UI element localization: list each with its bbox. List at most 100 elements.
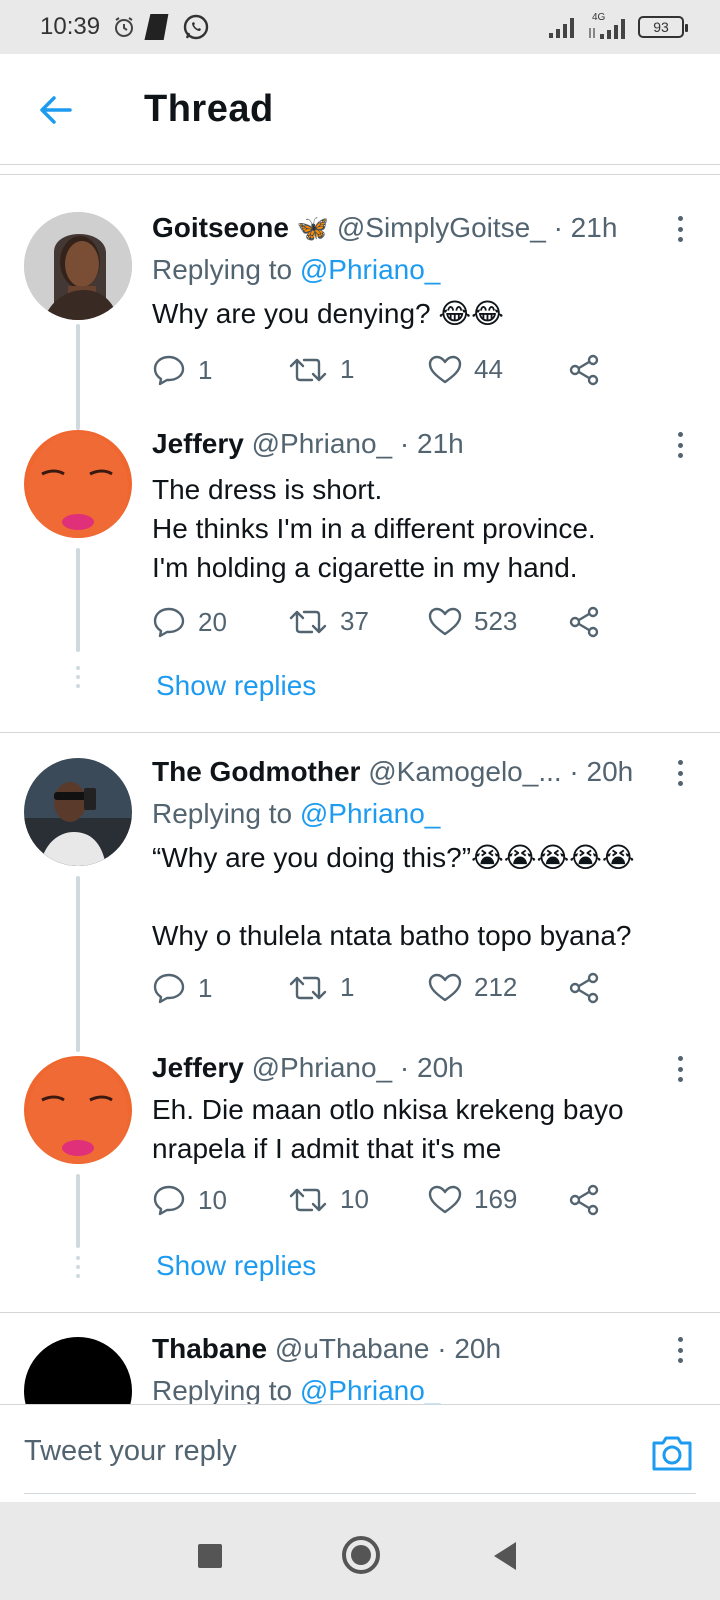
alarm-icon (115, 17, 134, 37)
heart-icon (428, 355, 462, 383)
reply-count: 1 (198, 354, 213, 385)
replying-to-label: Replying to (152, 1375, 300, 1404)
tweet-text: “Why are you doing this?”😭😭😭😭😭 Why o thu… (152, 842, 635, 951)
reply-button[interactable]: 1 (152, 972, 212, 1004)
reply-button[interactable]: 10 (152, 1184, 227, 1216)
mention-link[interactable]: @Phriano_ (300, 1375, 441, 1404)
like-button[interactable]: 523 (428, 606, 517, 637)
replying-to-label: Replying to (152, 254, 300, 285)
avatar[interactable] (24, 758, 132, 866)
camera-button[interactable] (650, 1433, 694, 1473)
share-icon (569, 606, 599, 638)
reply-icon (153, 607, 185, 638)
like-button[interactable]: 44 (428, 354, 503, 385)
retweet-count: 10 (340, 1184, 369, 1214)
tweet-thabane[interactable]: Thabane @uThabane · 20h Replying to @Phr… (0, 1313, 720, 1404)
retweet-count: 1 (340, 972, 355, 1002)
reply-input[interactable]: Tweet your reply (24, 1435, 237, 1468)
netflix-icon (144, 14, 169, 40)
thread-header: Thread (0, 54, 720, 164)
conversation-divider (0, 732, 720, 733)
author-handle[interactable]: @SimplyGoitse_ · 21h (337, 212, 618, 243)
reply-composer: Tweet your reply (0, 1404, 720, 1500)
signal-icon (549, 18, 574, 38)
author-name[interactable]: Thabane (152, 1333, 267, 1364)
tweet-actions: 10 10 169 (152, 1184, 632, 1224)
share-button[interactable] (568, 606, 600, 638)
home-icon (351, 1545, 371, 1565)
home-button[interactable] (342, 1536, 380, 1574)
author-name[interactable]: Jeffery (152, 1052, 244, 1083)
author-handle[interactable]: @Phriano_ · 20h (252, 1052, 464, 1083)
retweet-button[interactable]: 1 (288, 354, 354, 385)
battery-level: 93 (653, 19, 669, 35)
header-divider-bottom (0, 174, 720, 184)
heart-icon (428, 607, 462, 635)
battery-indicator: 93 (638, 16, 688, 38)
like-button[interactable]: 169 (428, 1184, 517, 1215)
recents-button[interactable] (198, 1544, 222, 1568)
thread-dots (76, 1256, 80, 1283)
replying-to-label: Replying to (152, 798, 300, 829)
replying-to: Replying to @Phriano_ (152, 254, 440, 286)
like-count: 523 (474, 606, 518, 636)
avatar-photo (24, 212, 132, 320)
replying-to: Replying to @Phriano_ (152, 1375, 440, 1404)
tweet-actions: 1 1 212 (152, 972, 632, 1012)
more-options-button[interactable] (668, 756, 692, 790)
share-button[interactable] (568, 1184, 600, 1216)
signal-4g-icon (589, 19, 625, 39)
show-replies-link[interactable]: Show replies (156, 670, 316, 702)
author-handle[interactable]: @uThabane · 20h (275, 1333, 501, 1364)
author-handle[interactable]: @Kamogelo_... · 20h (368, 756, 633, 787)
author-name[interactable]: The Godmother (152, 756, 360, 787)
show-replies-link[interactable]: Show replies (156, 1250, 316, 1282)
share-button[interactable] (568, 972, 600, 1004)
status-bar: 10:39 4G 93 (0, 0, 720, 54)
author-name[interactable]: Goitseone (152, 212, 289, 243)
thread-dots (76, 666, 80, 693)
like-button[interactable]: 212 (428, 972, 517, 1003)
retweet-icon (289, 976, 327, 999)
author-name[interactable]: Jeffery (152, 428, 244, 459)
thread-connector (76, 548, 80, 652)
signal-4g-indicator: 4G (588, 12, 628, 40)
butterfly-emoji: 🦋 (296, 213, 330, 243)
reply-button[interactable]: 1 (152, 354, 212, 386)
retweet-count: 1 (340, 354, 355, 384)
like-count: 44 (474, 354, 503, 384)
avatar[interactable] (24, 1056, 132, 1164)
reply-button[interactable]: 20 (152, 606, 227, 638)
like-count: 212 (474, 972, 518, 1002)
camera-icon (652, 1436, 692, 1471)
tweet-actions: 1 1 44 (152, 354, 632, 394)
avatar[interactable] (24, 430, 132, 538)
avatar[interactable] (24, 1337, 132, 1404)
more-options-button[interactable] (668, 1052, 692, 1086)
thread-connector (76, 324, 80, 430)
more-options-button[interactable] (668, 212, 692, 246)
avatar-photo (24, 758, 132, 866)
system-nav-bar (0, 1502, 720, 1600)
mention-link[interactable]: @Phriano_ (300, 798, 441, 829)
reply-count: 10 (198, 1184, 227, 1215)
retweet-button[interactable]: 10 (288, 1184, 369, 1215)
heart-icon (428, 1185, 462, 1213)
reply-icon (153, 355, 185, 386)
author-handle[interactable]: @Phriano_ · 21h (252, 428, 464, 459)
share-button[interactable] (568, 354, 600, 386)
more-options-button[interactable] (668, 1333, 692, 1367)
more-options-button[interactable] (668, 428, 692, 462)
avatar[interactable] (24, 212, 132, 320)
mention-link[interactable]: @Phriano_ (300, 254, 441, 285)
replying-to: Replying to @Phriano_ (152, 798, 440, 830)
back-button[interactable] (36, 90, 76, 130)
avatar-photo (24, 1056, 132, 1164)
reply-underline (24, 1493, 696, 1494)
heart-icon (428, 973, 462, 1001)
system-back-button[interactable] (494, 1542, 516, 1570)
status-time: 10:39 (40, 13, 101, 40)
retweet-button[interactable]: 1 (288, 972, 354, 1003)
retweet-button[interactable]: 37 (288, 606, 369, 637)
tweet-text: The dress is short. He thinks I'm in a d… (152, 474, 596, 583)
